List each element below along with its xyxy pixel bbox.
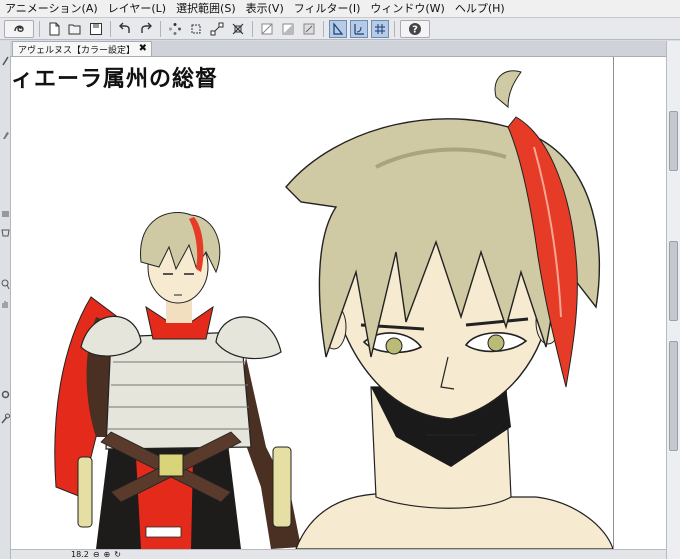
scrollbar-thumb[interactable] [669, 111, 678, 171]
zoom-in-icon[interactable]: ⊕ [104, 550, 111, 559]
menu-layer[interactable]: レイヤー(L) [103, 0, 171, 17]
menu-selection[interactable]: 選択範囲(S) [171, 0, 241, 17]
new-file-icon[interactable] [45, 20, 63, 38]
command-bar: ? [0, 18, 680, 40]
clear-outside-icon[interactable] [300, 20, 318, 38]
toolbar-separator [394, 20, 395, 37]
menu-help[interactable]: ヘルプ(H) [450, 0, 510, 17]
help-icon: ? [409, 22, 421, 35]
zoom-out-icon[interactable]: ⊖ [93, 550, 100, 559]
character-head-closeup-illustration [285, 70, 613, 549]
menu-view[interactable]: 表示(V) [241, 0, 289, 17]
zoom-icon[interactable] [0, 279, 10, 291]
gear-icon[interactable] [0, 389, 10, 401]
loading-icon[interactable] [166, 20, 184, 38]
toolbar-separator [110, 20, 111, 37]
clear-icon[interactable] [258, 20, 276, 38]
brush-icon[interactable] [0, 55, 10, 67]
snap-special-icon[interactable] [350, 19, 368, 38]
open-folder-icon[interactable] [66, 20, 84, 38]
canvas-title-text: ィエーラ属州の総督 [11, 67, 219, 92]
toolbar-separator [323, 20, 324, 37]
zoom-value: 18.2 [71, 550, 89, 559]
wrench-icon[interactable] [0, 413, 10, 425]
app-logo-icon[interactable] [4, 19, 34, 38]
pen-icon[interactable] [0, 129, 10, 141]
status-bar: 18.2 ⊖ ⊕ ↻ [11, 549, 666, 559]
document-tab-bar: アヴェルヌス【カラー設定】 ✖ [10, 41, 666, 57]
snap-ruler-icon[interactable] [329, 19, 347, 38]
scrollbar-thumb-secondary[interactable] [669, 241, 678, 321]
fill-icon[interactable] [279, 20, 297, 38]
canvas-margin [613, 57, 667, 549]
canvas[interactable]: ィエーラ属州の総督 [11, 57, 613, 549]
svg-text:?: ? [412, 24, 418, 35]
left-tool-palette [0, 41, 11, 559]
menu-bar: アニメーション(A) レイヤー(L) 選択範囲(S) 表示(V) フィルター(I… [0, 0, 680, 18]
help-button[interactable]: ? [400, 19, 430, 38]
save-icon[interactable] [87, 20, 105, 38]
hand-icon[interactable] [0, 299, 10, 311]
toolbar-separator [160, 20, 161, 37]
rotate-icon[interactable]: ↻ [114, 550, 121, 559]
vertical-scrollbar[interactable] [666, 41, 680, 559]
transform-icon[interactable] [208, 20, 226, 38]
toolbar-separator [252, 20, 253, 37]
eyedropper-icon[interactable] [229, 20, 247, 38]
scrollbar-thumb-tertiary[interactable] [669, 341, 678, 451]
snap-grid-icon[interactable] [371, 19, 389, 38]
crop-icon[interactable] [187, 20, 205, 38]
toolbar-separator [39, 20, 40, 37]
redo-icon[interactable] [137, 20, 155, 38]
document-tab[interactable]: アヴェルヌス【カラー設定】 ✖ [12, 41, 152, 56]
menu-window[interactable]: ウィンドウ(W) [365, 0, 449, 17]
menu-animation[interactable]: アニメーション(A) [0, 0, 103, 17]
bucket-icon[interactable] [0, 226, 10, 238]
eraser-icon[interactable] [0, 208, 10, 220]
menu-filter[interactable]: フィルター(I) [289, 0, 366, 17]
undo-icon[interactable] [116, 20, 134, 38]
close-icon[interactable]: ✖ [139, 42, 147, 56]
document-tab-title: アヴェルヌス【カラー設定】 [18, 45, 136, 56]
